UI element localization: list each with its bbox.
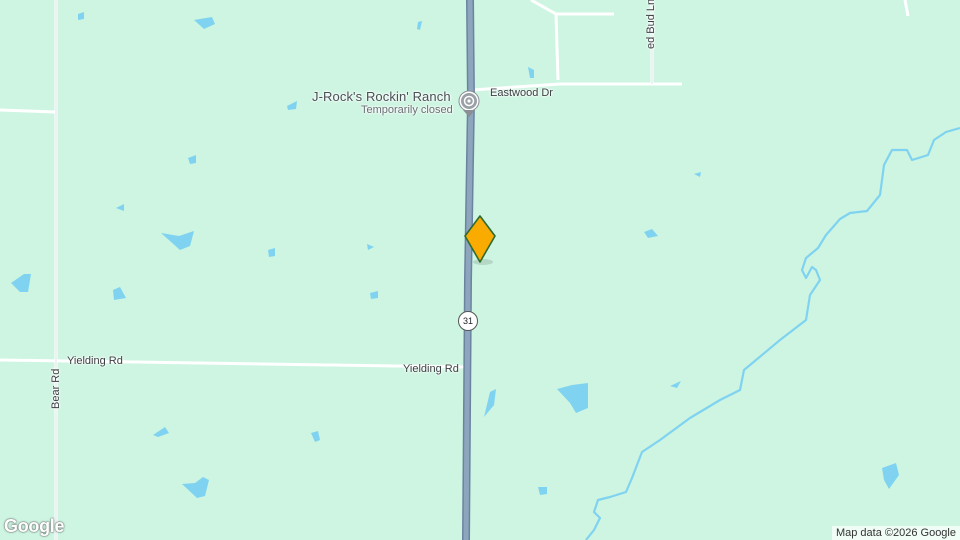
pond <box>311 431 320 442</box>
pond <box>161 231 194 250</box>
pond <box>538 487 547 495</box>
pond <box>484 389 496 417</box>
pond <box>370 291 378 299</box>
road-label-bear: Bear Rd <box>50 368 62 409</box>
pond <box>287 101 297 110</box>
pond <box>194 17 215 29</box>
map-attribution[interactable]: Map data ©2026 Google <box>831 526 960 540</box>
minor-roads <box>0 0 910 540</box>
pond <box>528 67 534 78</box>
pond <box>367 244 374 250</box>
creek <box>585 126 960 540</box>
local-road <box>530 0 614 16</box>
pond <box>882 463 899 489</box>
map-canvas[interactable]: J-Rock's Rockin' Ranch Temporarily close… <box>0 0 960 540</box>
pond <box>11 274 31 292</box>
pond <box>417 21 422 30</box>
pond <box>188 155 196 164</box>
poi-status: Temporarily closed <box>361 104 453 116</box>
road-label-yielding-west: Yielding Rd <box>67 355 123 367</box>
pond <box>644 229 658 238</box>
local-road <box>0 108 56 114</box>
pond <box>153 427 169 437</box>
pond <box>694 172 701 177</box>
pond <box>116 204 124 211</box>
pond <box>113 287 126 300</box>
poi-name[interactable]: J-Rock's Rockin' Ranch <box>312 89 451 104</box>
map-layer <box>0 0 960 540</box>
pond <box>78 12 84 20</box>
road-label-yielding-east: Yielding Rd <box>403 363 459 375</box>
road-label-red-bud: ed Bud Ln <box>645 0 657 49</box>
highway-shield: 31 <box>458 311 478 331</box>
local-road <box>554 13 560 81</box>
ranch-pin-icon[interactable] <box>458 90 480 117</box>
pond <box>670 381 681 388</box>
pond <box>557 383 588 413</box>
water-features <box>11 12 899 498</box>
pond <box>182 477 209 498</box>
pond <box>268 248 275 257</box>
google-logo: Google <box>4 516 65 536</box>
road-label-eastwood: Eastwood Dr <box>490 87 553 99</box>
local-road <box>903 0 910 17</box>
